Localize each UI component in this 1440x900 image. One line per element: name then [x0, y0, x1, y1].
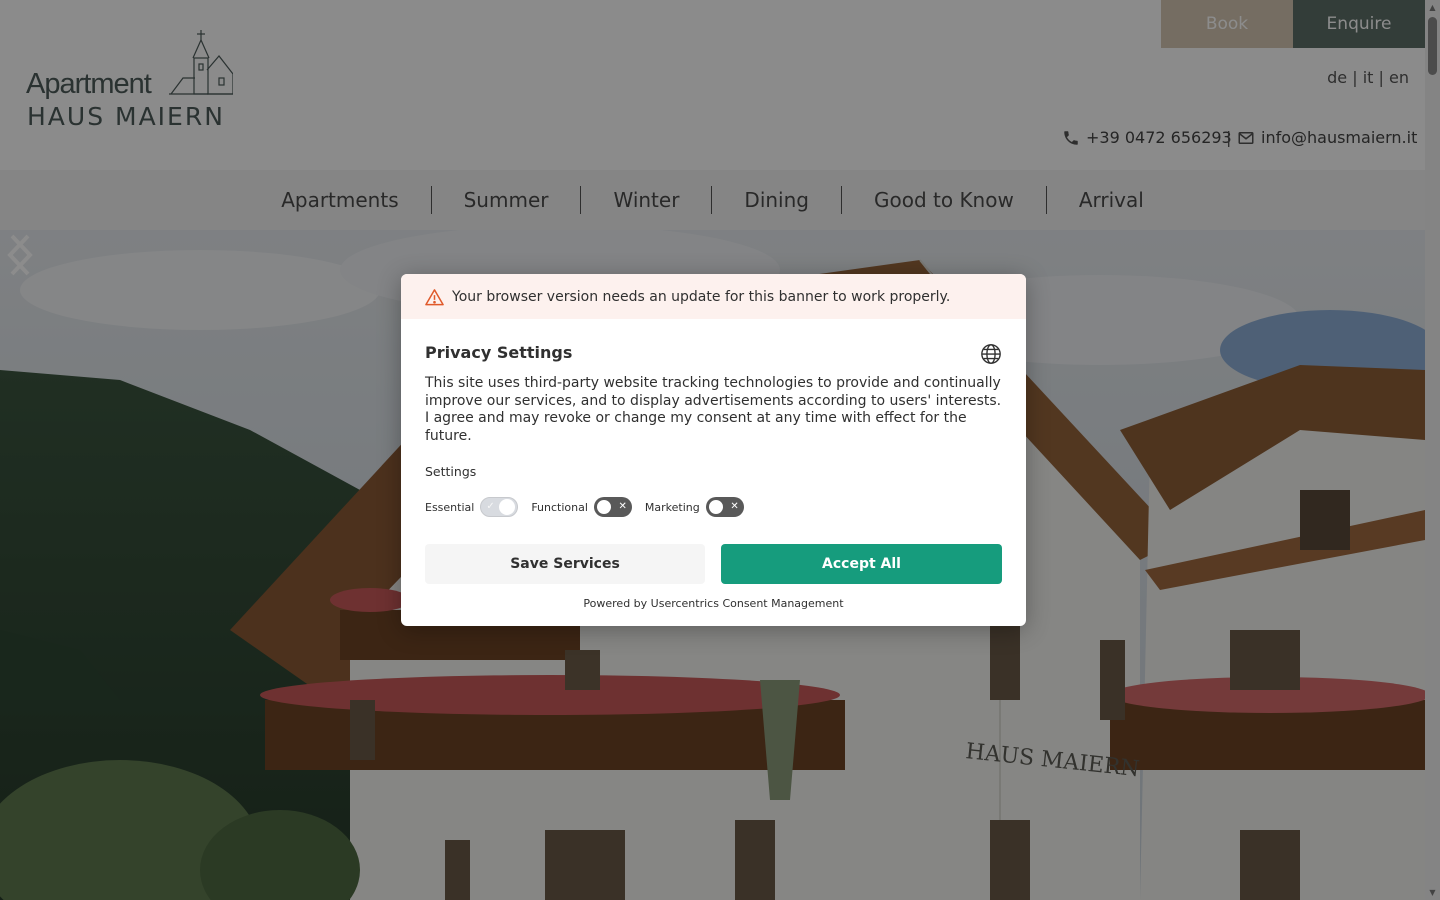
- dialog-description: This site uses third-party website track…: [425, 375, 1002, 444]
- cross-icon: ✕: [730, 501, 739, 512]
- switch-knob: [595, 499, 612, 515]
- dialog-title: Privacy Settings: [425, 343, 1002, 365]
- essential-switch: ✓: [480, 497, 519, 517]
- accept-all-button[interactable]: Accept All: [721, 544, 1002, 584]
- switch-knob: [499, 499, 516, 515]
- toggle-marketing: Marketing ✕: [645, 497, 744, 517]
- warning-icon: [425, 288, 444, 305]
- marketing-switch[interactable]: ✕: [705, 497, 744, 517]
- browser-warning-banner: Your browser version needs an update for…: [401, 274, 1026, 319]
- toggle-marketing-label: Marketing: [644, 500, 700, 514]
- settings-heading: Settings: [425, 464, 477, 479]
- toggle-essential: Essential ✓: [425, 497, 519, 517]
- powered-by-link[interactable]: Powered by Usercentrics Consent Manageme…: [425, 597, 1002, 610]
- language-globe-icon[interactable]: [980, 343, 1002, 365]
- check-icon: ✓: [486, 501, 495, 512]
- functional-switch[interactable]: ✕: [593, 497, 632, 517]
- save-services-button[interactable]: Save Services: [425, 544, 705, 584]
- dialog-title-text: Privacy Settings: [425, 343, 573, 362]
- privacy-settings-dialog: Your browser version needs an update for…: [401, 274, 1026, 626]
- switch-knob: [707, 499, 724, 515]
- toggle-functional-label: Functional: [531, 500, 588, 514]
- consent-toggles: Essential ✓ Functional ✕ Marketing ✕: [425, 497, 1002, 517]
- toggle-essential-label: Essential: [425, 500, 475, 514]
- cross-icon: ✕: [618, 501, 627, 512]
- dialog-buttons: Save Services Accept All: [425, 544, 1002, 584]
- toggle-functional: Functional ✕: [531, 497, 632, 517]
- dialog-body: Privacy Settings This site uses third-pa…: [401, 343, 1026, 610]
- browser-warning-text: Your browser version needs an update for…: [452, 288, 951, 305]
